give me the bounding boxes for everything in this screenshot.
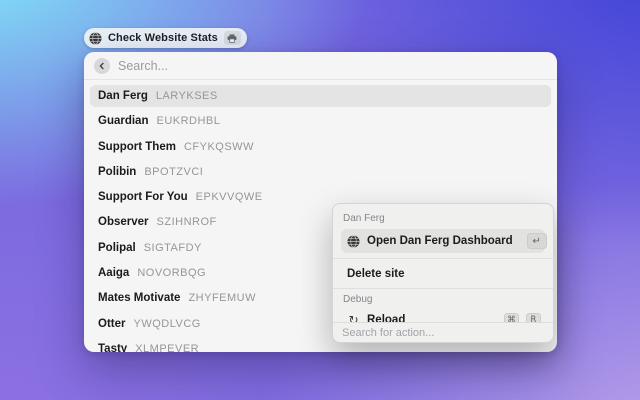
delete-site-action[interactable]: Delete site <box>341 264 545 283</box>
site-code: NOVORBQG <box>137 267 206 279</box>
globe-icon <box>347 235 360 248</box>
site-code: EUKRDHBL <box>156 115 220 127</box>
site-code: BPOTZVCI <box>144 166 203 178</box>
action-menu: Dan Ferg Open Dan Ferg Dashboard ↵ <box>332 203 554 343</box>
site-code: SZIHNROF <box>157 216 217 228</box>
site-code: SIGTAFDY <box>144 242 202 254</box>
site-row[interactable]: Support Them CFYKQSWW <box>90 136 551 158</box>
desktop-background: Check Website Stats <box>0 0 640 400</box>
action-search-input[interactable] <box>342 327 544 339</box>
command-key-badge: ⌘ <box>504 313 519 323</box>
site-name: Aaiga <box>98 267 129 279</box>
divider <box>333 288 553 289</box>
site-code: CFYKQSWW <box>184 141 254 153</box>
site-name: Tasty <box>98 343 127 352</box>
divider <box>333 258 553 259</box>
return-key-badge: ↵ <box>527 233 547 249</box>
action-search-bar <box>333 322 553 342</box>
site-name: Polipal <box>98 242 136 254</box>
site-code: YWQDLVCG <box>133 318 200 330</box>
globe-icon <box>89 32 102 45</box>
site-code: ZHYFEMUW <box>188 292 256 304</box>
reload-icon: ↻ <box>347 314 360 323</box>
search-input[interactable] <box>118 59 547 73</box>
delete-site-label: Delete site <box>347 268 405 280</box>
command-pill[interactable]: Check Website Stats <box>84 28 247 48</box>
reload-action[interactable]: ↻ Reload ⌘ R <box>341 310 545 322</box>
reload-label: Reload <box>367 314 405 323</box>
printer-icon <box>224 31 241 45</box>
chevron-left-icon <box>98 62 106 70</box>
site-name: Dan Ferg <box>98 90 148 102</box>
search-bar <box>84 52 557 80</box>
site-code: EPKVVQWE <box>196 191 263 203</box>
action-section-site-title: Dan Ferg <box>343 213 543 224</box>
site-name: Polibin <box>98 166 136 178</box>
back-button[interactable] <box>94 58 110 74</box>
site-name: Otter <box>98 318 125 330</box>
command-pill-label: Check Website Stats <box>108 32 218 44</box>
site-code: LARYKSES <box>156 90 218 102</box>
open-dashboard-label: Open Dan Ferg Dashboard <box>367 235 513 247</box>
open-dashboard-action[interactable]: Open Dan Ferg Dashboard ↵ <box>341 229 545 253</box>
r-key-badge: R <box>526 313 541 323</box>
action-menu-body: Dan Ferg Open Dan Ferg Dashboard ↵ <box>333 204 553 322</box>
site-name: Support For You <box>98 191 188 203</box>
site-name: Observer <box>98 216 149 228</box>
site-name: Guardian <box>98 115 148 127</box>
site-row[interactable]: Guardian EUKRDHBL <box>90 110 551 132</box>
site-name: Support Them <box>98 141 176 153</box>
site-row[interactable]: Dan Ferg LARYKSES <box>90 85 551 107</box>
site-name: Mates Motivate <box>98 292 180 304</box>
site-code: XLMPEVER <box>135 343 199 352</box>
site-row[interactable]: Polibin BPOTZVCI <box>90 161 551 183</box>
action-section-debug-title: Debug <box>343 294 543 305</box>
